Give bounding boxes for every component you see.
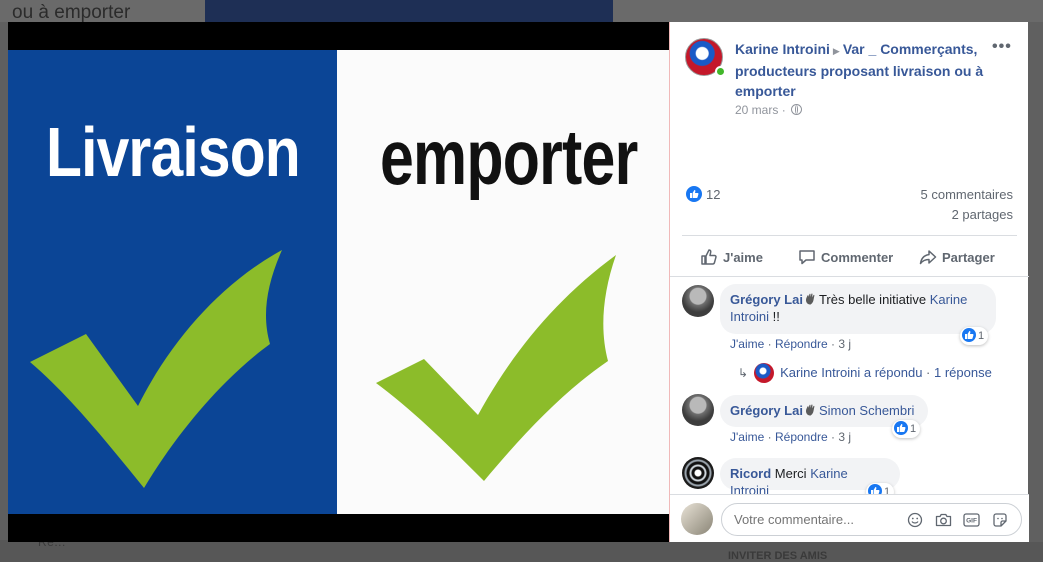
comment-author-link[interactable]: Ricord xyxy=(730,466,771,481)
comment-like-link[interactable]: J'aime xyxy=(730,337,764,351)
comment-reply-link[interactable]: Répondre xyxy=(775,430,828,444)
sticker-icon[interactable] xyxy=(992,512,1008,528)
comment-button[interactable]: Commenter xyxy=(798,248,893,266)
comment-meta: J'aime · Répondre · 3 j xyxy=(730,337,852,351)
post-date-link[interactable]: 20 mars xyxy=(735,103,778,117)
comment-age: 3 j xyxy=(838,337,852,351)
post-photo[interactable]: Livraison emporter xyxy=(8,50,669,514)
emoji-icon[interactable] xyxy=(907,512,923,528)
author-name-link[interactable]: Karine Introini xyxy=(735,41,830,57)
comment-composer: GIF xyxy=(670,495,1029,542)
comment-meta: J'aime · Répondre · 3 j xyxy=(730,430,852,444)
thumbs-up-icon xyxy=(701,249,717,265)
svg-text:GIF: GIF xyxy=(966,518,977,525)
comment-reaction-count[interactable]: 1 xyxy=(960,327,989,345)
camera-icon[interactable] xyxy=(935,512,952,528)
checkmark-icon-left xyxy=(30,250,282,488)
comment-text: Merci xyxy=(774,466,811,481)
photo-word-emporter: emporter xyxy=(380,113,638,201)
background-right xyxy=(1028,22,1043,542)
reaction-summary[interactable]: 12 xyxy=(686,186,720,202)
comment-button-label: Commenter xyxy=(821,250,894,265)
post-action-bar: J'aime Commenter Partager xyxy=(682,235,1017,278)
comment-bubble-icon xyxy=(799,250,815,265)
comment-mention-link[interactable]: Simon Schembri xyxy=(819,403,914,418)
background-bottom xyxy=(0,540,1043,562)
globe-icon xyxy=(791,104,803,115)
like-button[interactable]: J'aime xyxy=(700,248,763,266)
like-count: 12 xyxy=(706,187,721,202)
like-button-label: J'aime xyxy=(723,250,763,265)
gif-icon[interactable]: GIF xyxy=(963,512,980,528)
commenter-avatar[interactable] xyxy=(682,394,714,426)
reply-arrow-icon: ↳ xyxy=(738,366,749,380)
comment-text-suffix: !! xyxy=(769,309,780,324)
share-arrow-icon xyxy=(919,250,937,265)
post-side-panel: Karine Introini ▶ Var _ Commerçants, produ… xyxy=(669,22,1029,542)
waving-hand-icon xyxy=(805,293,815,305)
share-button[interactable]: Partager xyxy=(919,248,995,266)
comment-author-link[interactable]: Grégory Lai xyxy=(730,403,803,418)
post-timestamp: 20 mars · xyxy=(735,103,803,117)
checkmark-icon-right xyxy=(376,255,616,481)
comments-count-link[interactable]: 5 commentaires xyxy=(921,187,1013,202)
comment-author-link[interactable]: Grégory Lai xyxy=(730,292,803,307)
shares-count-link[interactable]: 2 partages xyxy=(952,207,1013,222)
photo-word-livraison: Livraison xyxy=(46,113,301,191)
current-user-avatar[interactable] xyxy=(681,503,713,535)
like-reaction-icon xyxy=(894,421,908,435)
share-button-label: Partager xyxy=(942,250,995,265)
post-header: Karine Introini ▶ Var _ Commerçants, produ… xyxy=(735,39,985,101)
like-reaction-icon xyxy=(686,186,702,202)
online-status-dot xyxy=(715,66,726,77)
commenter-avatar[interactable] xyxy=(682,457,714,489)
reply-author-avatar xyxy=(754,363,775,383)
comment-age: 3 j xyxy=(838,430,852,444)
background-invite-label: INVITER DES AMIS xyxy=(728,550,828,562)
comments-divider xyxy=(670,276,1029,277)
comment-text: Très belle initiative xyxy=(818,292,930,307)
comment-bubble: Grégory Lai Très belle initiative Karine … xyxy=(720,284,996,334)
comment-reply-link[interactable]: Répondre xyxy=(775,337,828,351)
like-reaction-icon xyxy=(962,328,976,342)
commenter-avatar[interactable] xyxy=(682,285,714,317)
more-options-button[interactable]: ••• xyxy=(992,38,1012,56)
waving-hand-icon xyxy=(805,404,815,416)
comment-reaction-count[interactable]: 1 xyxy=(892,420,921,438)
reply-summary-link[interactable]: ↳ Karine Introini a répondu · 1 réponse xyxy=(738,363,992,383)
comment-like-link[interactable]: J'aime xyxy=(730,430,764,444)
background-image-edge xyxy=(205,0,613,22)
caret-right-icon: ▶ xyxy=(832,46,840,56)
background-title: ou à emporter xyxy=(12,2,131,23)
